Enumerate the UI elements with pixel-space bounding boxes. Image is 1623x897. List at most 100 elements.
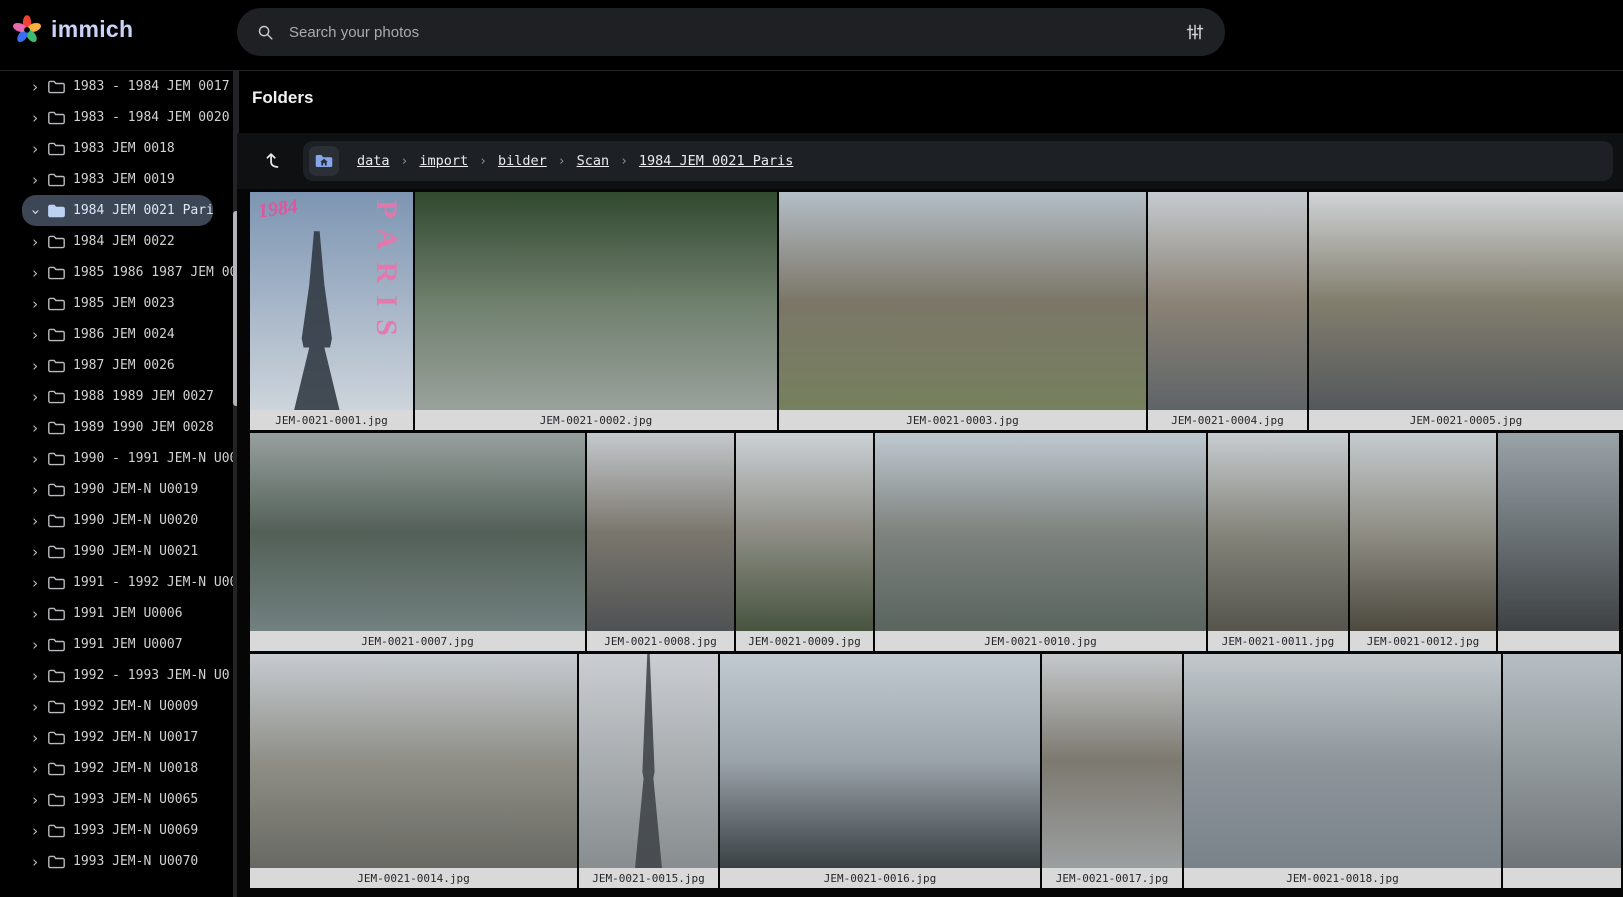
chevron-icon: › — [28, 326, 42, 344]
breadcrumb-link[interactable]: data — [357, 153, 390, 169]
immich-pinwheel-icon — [12, 14, 42, 44]
folder-tree-item[interactable]: › 1990 JEM-N U0019 — [0, 474, 233, 505]
folder-tree-item[interactable]: › 1992 JEM-N U0018 — [0, 753, 233, 784]
folder-item-label: 1983 - 1984 JEM 0017 — [73, 79, 230, 94]
photo-tile[interactable]: 1984PARIS JEM-0021-0001.jpg — [250, 192, 413, 430]
go-up-button[interactable] — [253, 142, 291, 180]
photo-tile[interactable]: JEM-0021-0015.jpg — [579, 654, 718, 888]
folder-item-label: 1992 - 1993 JEM-N U0 — [73, 668, 230, 683]
folder-tree-item[interactable]: › 1984 JEM 0022 — [0, 226, 233, 257]
chevron-icon: › — [28, 636, 42, 654]
folder-item-label: 1992 JEM-N U0017 — [73, 730, 198, 745]
folder-tree-item[interactable]: › 1986 JEM 0024 — [0, 319, 233, 350]
chevron-icon: › — [28, 853, 42, 871]
home-folder-button[interactable] — [309, 146, 339, 176]
photo-tile[interactable]: JEM-0021-0003.jpg — [779, 192, 1146, 430]
chevron-icon: › — [28, 171, 42, 189]
chevron-icon: › — [28, 729, 42, 747]
folder-tree-item[interactable]: › 1988 1989 JEM 0027 — [0, 381, 233, 412]
photo-tile[interactable]: JEM-0021-0014.jpg — [250, 654, 577, 888]
folder-tree-item[interactable]: › 1985 1986 1987 JEM 00 — [0, 257, 233, 288]
search-input[interactable] — [287, 23, 1181, 42]
folder-tree-item[interactable]: › 1987 JEM 0026 — [0, 350, 233, 381]
breadcrumb-link[interactable]: import — [419, 153, 468, 169]
folder-tree-item[interactable]: › 1985 JEM 0023 — [0, 288, 233, 319]
folder-tree-item[interactable]: › 1990 JEM-N U0021 — [0, 536, 233, 567]
photo-thumbnail — [1184, 654, 1501, 868]
photo-filename: JEM-0021-0003.jpg — [779, 410, 1146, 430]
folder-tree-item[interactable]: › 1993 JEM-N U0069 — [0, 815, 233, 846]
gallery-row: 1984PARIS JEM-0021-0001.jpg JEM-0021-000… — [250, 192, 1623, 430]
folder-tree-item[interactable]: › 1992 JEM-N U0009 — [0, 691, 233, 722]
folder-tree-item[interactable]: › 1983 JEM 0018 — [0, 133, 233, 164]
folder-list: › 1983 - 1984 JEM 0017 › 1983 - 1984 JEM… — [0, 71, 233, 877]
photo-tile[interactable]: JEM-0021-0008.jpg — [587, 433, 734, 651]
photo-filename: JEM-0021-0005.jpg — [1309, 410, 1623, 430]
search-bar[interactable] — [237, 8, 1225, 56]
photo-tile[interactable]: JEM-0021-0004.jpg — [1148, 192, 1307, 430]
breadcrumb-link[interactable]: Scan — [577, 153, 610, 169]
folder-tree-item[interactable]: › 1990 JEM-N U0020 — [0, 505, 233, 536]
spire-silhouette — [618, 654, 679, 868]
folder-item-label: 1992 JEM-N U0009 — [73, 699, 198, 714]
photo-filename: JEM-0021-0004.jpg — [1148, 410, 1307, 430]
photo-thumbnail — [1148, 192, 1307, 410]
folder-item-label: 1985 JEM 0023 — [73, 296, 175, 311]
folder-tree-item[interactable]: › 1984 JEM 0021 Paris — [22, 195, 213, 226]
photo-tile[interactable]: JEM-0021-0017.jpg — [1042, 654, 1182, 888]
breadcrumb-link[interactable]: bilder — [498, 153, 547, 169]
breadcrumb-link[interactable]: 1984 JEM 0021 Paris — [639, 153, 793, 169]
photo-filename: JEM-0021-0016.jpg — [720, 868, 1040, 888]
folder-tree-item[interactable]: › 1993 JEM-N U0070 — [0, 846, 233, 877]
folder-icon — [48, 607, 65, 621]
folder-icon — [48, 204, 65, 218]
photo-annotation-year: 1984 — [257, 195, 300, 223]
photo-tile[interactable]: JEM-0021-0016.jpg — [720, 654, 1040, 888]
photo-thumbnail — [1498, 433, 1619, 631]
photo-tile[interactable]: JEM-0021-0007.jpg — [250, 433, 585, 651]
folder-tree-item[interactable]: › 1991 JEM U0007 — [0, 629, 233, 660]
folder-tree-item[interactable]: › 1992 JEM-N U0017 — [0, 722, 233, 753]
folder-tree-item[interactable]: › 1991 - 1992 JEM-N U00 — [0, 567, 233, 598]
folder-icon — [48, 328, 65, 342]
folder-item-label: 1983 JEM 0019 — [73, 172, 175, 187]
gallery-row: JEM-0021-0014.jpg JEM-0021-0015.jpg JEM-… — [250, 654, 1623, 888]
photo-tile[interactable]: JEM-0021-0011.jpg — [1208, 433, 1348, 651]
folder-item-label: 1986 JEM 0024 — [73, 327, 175, 342]
folder-item-label: 1991 JEM U0006 — [73, 606, 183, 621]
folder-icon — [48, 545, 65, 559]
photo-filename: JEM-0021-0007.jpg — [250, 631, 585, 651]
immich-logo[interactable]: immich — [12, 14, 133, 44]
folder-tree-item[interactable]: › 1983 JEM 0019 — [0, 164, 233, 195]
photo-tile[interactable]: JEM-0021-0002.jpg — [415, 192, 777, 430]
photo-thumbnail — [250, 654, 577, 868]
folder-tree-item[interactable]: › 1983 - 1984 JEM 0017 — [0, 71, 233, 102]
breadcrumb-row: data›import›bilder›Scan›1984 JEM 0021 Pa… — [237, 133, 1623, 189]
photo-tile[interactable]: JEM-0021-0018.jpg — [1184, 654, 1501, 888]
search-filter-button[interactable] — [1181, 18, 1209, 46]
folder-item-label: 1993 JEM-N U0065 — [73, 792, 198, 807]
chevron-icon: › — [28, 543, 42, 561]
chevron-icon: › — [28, 481, 42, 499]
photo-tile[interactable]: JEM-0021-0009.jpg — [736, 433, 873, 651]
folder-tree-item[interactable]: › 1989 1990 JEM 0028 — [0, 412, 233, 443]
folder-tree-item[interactable]: › 1990 - 1991 JEM-N U00 — [0, 443, 233, 474]
folder-tree-item[interactable]: › 1991 JEM U0006 — [0, 598, 233, 629]
home-folder-icon — [315, 153, 333, 169]
folder-tree-item[interactable]: › 1992 - 1993 JEM-N U0 — [0, 660, 233, 691]
search-icon — [257, 24, 274, 41]
folder-item-label: 1990 JEM-N U0021 — [73, 544, 198, 559]
folder-tree-item[interactable]: › 1983 - 1984 JEM 0020 — [0, 102, 233, 133]
folder-icon — [48, 266, 65, 280]
folder-icon — [48, 483, 65, 497]
folder-icon — [48, 514, 65, 528]
photo-tile[interactable]: JEM-0021-0005.jpg — [1309, 192, 1623, 430]
folder-tree-item[interactable]: › 1993 JEM-N U0065 — [0, 784, 233, 815]
photo-filename: JEM-0021-0011.jpg — [1208, 631, 1348, 651]
chevron-icon: › — [28, 140, 42, 158]
photo-tile[interactable] — [1503, 654, 1621, 888]
folder-icon — [48, 80, 65, 94]
photo-tile[interactable] — [1498, 433, 1619, 651]
photo-tile[interactable]: JEM-0021-0010.jpg — [875, 433, 1206, 651]
photo-tile[interactable]: JEM-0021-0012.jpg — [1350, 433, 1496, 651]
